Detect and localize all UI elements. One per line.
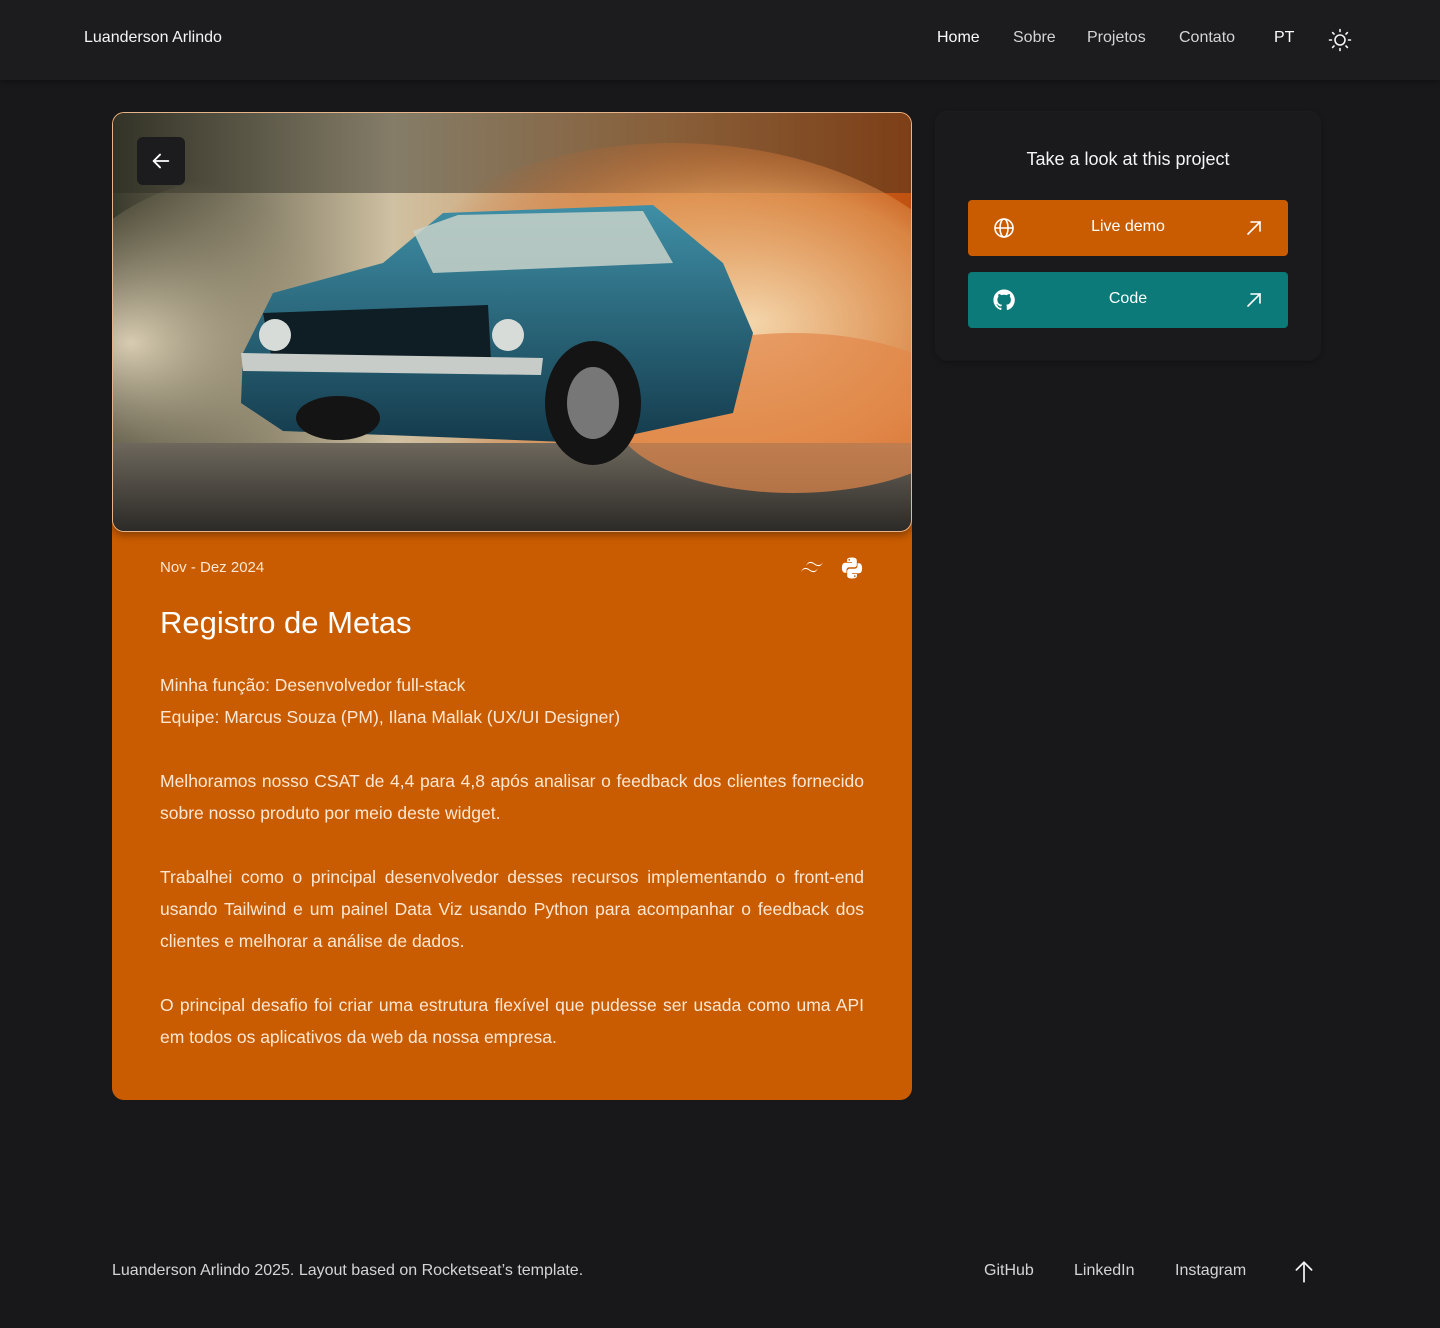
python-icon <box>840 555 864 586</box>
site-header: Luanderson Arlindo Home Sobre Projetos C… <box>0 0 1440 80</box>
nav-projetos[interactable]: Projetos <box>1087 29 1146 47</box>
arrow-up-icon[interactable] <box>1291 1259 1317 1285</box>
project-links-panel: Take a look at this project Live demo Co… <box>936 112 1320 360</box>
description-paragraph: O principal desafio foi criar uma estrut… <box>160 995 864 1047</box>
project-date: Nov - Dez 2024 <box>160 559 265 576</box>
live-demo-label: Live demo <box>1091 218 1165 235</box>
panel-title: Take a look at this project <box>1026 149 1230 169</box>
language-switch[interactable]: PT <box>1274 29 1294 47</box>
footer-link-linkedin[interactable]: LinkedIn <box>1074 1262 1135 1280</box>
project-team: Equipe: Marcus Souza (PM), Ilana Mallak … <box>160 707 621 727</box>
live-demo-button[interactable]: Live demo <box>968 200 1288 256</box>
description-paragraph: Melhoramos nosso CSAT de 4,4 para 4,8 ap… <box>160 771 864 823</box>
code-label: Code <box>1108 290 1148 307</box>
project-cover-image <box>112 112 912 532</box>
nav-contato[interactable]: Contato <box>1179 29 1235 47</box>
footer-credit: Luanderson Arlindo 2025. Layout based on… <box>112 1262 584 1279</box>
tailwind-icon <box>800 559 824 582</box>
back-button[interactable] <box>137 137 185 185</box>
project-description: Minha função: Desenvolvedor full-stack E… <box>160 669 864 1053</box>
project-title: Registro de Metas <box>160 605 412 640</box>
footer-link-instagram[interactable]: Instagram <box>1175 1262 1246 1280</box>
project-card: Nov - Dez 2024 Registro de Metas Minha f… <box>112 112 912 1100</box>
arrow-up-right-icon <box>1244 290 1264 310</box>
nav-home[interactable]: Home <box>937 29 980 47</box>
sun-icon[interactable] <box>1328 28 1352 52</box>
footer-link-github[interactable]: GitHub <box>984 1262 1034 1280</box>
nav-sobre[interactable]: Sobre <box>1013 29 1056 47</box>
description-paragraph: Trabalhei como o principal desenvolvedor… <box>160 867 864 951</box>
arrow-left-icon <box>150 150 172 172</box>
brand-name[interactable]: Luanderson Arlindo <box>84 29 222 47</box>
project-role: Minha função: Desenvolvedor full-stack <box>160 675 466 695</box>
tech-stack <box>800 555 864 581</box>
arrow-up-right-icon <box>1244 218 1264 238</box>
code-button[interactable]: Code <box>968 272 1288 328</box>
